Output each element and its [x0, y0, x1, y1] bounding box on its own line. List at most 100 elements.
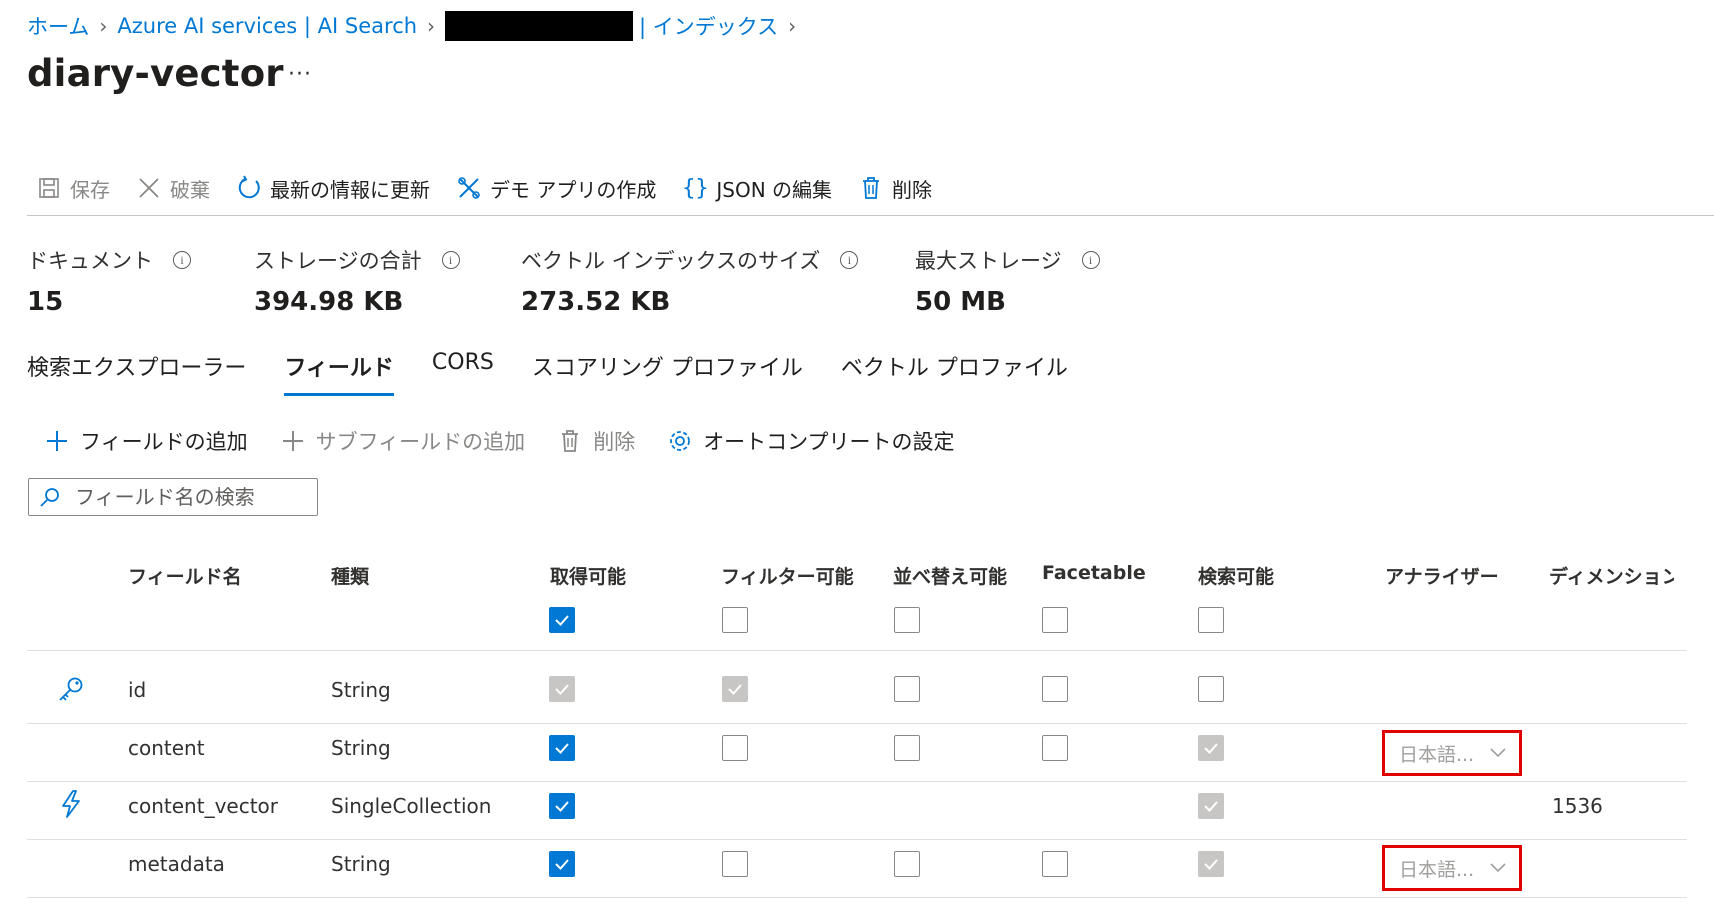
- redacted-service-name: [445, 11, 634, 41]
- searchable-checkbox[interactable]: [1198, 735, 1224, 761]
- refresh-icon: [236, 175, 262, 201]
- chevron-right-icon: ›: [427, 14, 436, 38]
- save-button[interactable]: 保存: [36, 174, 110, 203]
- field-name[interactable]: content_vector: [128, 794, 278, 818]
- sortable-checkbox[interactable]: [894, 851, 920, 877]
- info-icon[interactable]: i: [173, 251, 191, 269]
- row-divider: [27, 781, 1687, 782]
- field-command-bar: フィールドの追加 サブフィールドの追加 削除 オートコンプリートの設定: [44, 425, 987, 457]
- select-all-facetable-checkbox[interactable]: [1042, 607, 1068, 633]
- facetable-checkbox[interactable]: [1042, 676, 1068, 702]
- info-icon[interactable]: i: [1081, 251, 1100, 269]
- breadcrumb-indexes[interactable]: | インデックス: [639, 11, 778, 41]
- column-header-name[interactable]: フィールド名: [128, 562, 242, 589]
- stat-label: ストレージの合計: [254, 249, 422, 273]
- save-label: 保存: [70, 177, 110, 202]
- page-title: diary-vector: [27, 52, 284, 95]
- retrievable-checkbox[interactable]: [549, 735, 575, 761]
- field-type: String: [331, 736, 391, 760]
- add-subfield-label: サブフィールドの追加: [315, 430, 526, 454]
- breadcrumb-home[interactable]: ホーム: [27, 11, 89, 41]
- filterable-checkbox[interactable]: [722, 676, 748, 702]
- tab-bar: 検索エクスプローラー フィールド CORS スコアリング プロファイル ベクトル…: [27, 350, 1106, 398]
- column-header-sortable[interactable]: 並べ替え可能: [893, 562, 1013, 589]
- select-all-sortable-checkbox[interactable]: [894, 607, 920, 633]
- stat-value: 394.98 KB: [254, 287, 404, 317]
- delete-field-label: 削除: [593, 430, 636, 454]
- field-name[interactable]: id: [128, 678, 146, 702]
- column-header-facetable[interactable]: Facetable: [1042, 562, 1146, 584]
- breadcrumb: ホーム › Azure AI services | AI Search › | …: [27, 11, 806, 41]
- add-field-label: フィールドの追加: [80, 430, 248, 454]
- column-header-dimension[interactable]: ディメンション: [1549, 562, 1674, 589]
- discard-label: 破棄: [170, 177, 210, 202]
- filterable-checkbox[interactable]: [722, 851, 748, 877]
- trash-icon: [858, 175, 884, 201]
- field-search-box[interactable]: [28, 478, 318, 516]
- stat-total-storage: ストレージの合計 i 394.98 KB: [254, 245, 460, 317]
- add-subfield-button[interactable]: サブフィールドの追加: [280, 426, 526, 456]
- refresh-button[interactable]: 最新の情報に更新: [236, 174, 430, 203]
- stat-label: ドキュメント: [27, 249, 153, 273]
- row-divider: [27, 897, 1687, 898]
- sortable-checkbox[interactable]: [894, 676, 920, 702]
- chevron-right-icon: ›: [99, 14, 108, 38]
- edit-json-label: JSON の編集: [716, 177, 833, 202]
- delete-index-button[interactable]: 削除: [858, 174, 932, 203]
- field-name[interactable]: metadata: [128, 852, 225, 876]
- analyzer-dropdown[interactable]: 日本語...: [1382, 845, 1522, 891]
- analyzer-dropdown[interactable]: 日本語...: [1382, 730, 1522, 776]
- analyzer-value: 日本語...: [1399, 743, 1475, 766]
- refresh-label: 最新の情報に更新: [270, 177, 430, 202]
- sortable-checkbox[interactable]: [894, 735, 920, 761]
- tab-fields[interactable]: フィールド: [284, 350, 394, 396]
- plus-icon: [280, 428, 306, 454]
- select-all-searchable-checkbox[interactable]: [1198, 607, 1224, 633]
- field-name[interactable]: content: [128, 736, 205, 760]
- autocomplete-settings-button[interactable]: オートコンプリートの設定: [667, 426, 955, 456]
- facetable-checkbox[interactable]: [1042, 851, 1068, 877]
- row-divider: [27, 650, 1687, 651]
- key-icon: [56, 674, 86, 704]
- column-header-retrievable[interactable]: 取得可能: [550, 562, 626, 589]
- demo-app-icon: [456, 175, 482, 201]
- tab-cors[interactable]: CORS: [432, 350, 494, 394]
- delete-field-button[interactable]: 削除: [557, 426, 635, 456]
- tab-search-explorer[interactable]: 検索エクスプローラー: [27, 350, 246, 394]
- filterable-checkbox[interactable]: [722, 735, 748, 761]
- column-header-searchable[interactable]: 検索可能: [1198, 562, 1274, 589]
- info-icon[interactable]: i: [840, 251, 859, 269]
- retrievable-checkbox[interactable]: [549, 851, 575, 877]
- create-demo-app-button[interactable]: デモ アプリの作成: [456, 174, 656, 203]
- select-all-retrievable-checkbox[interactable]: [549, 607, 575, 633]
- tab-scoring-profiles[interactable]: スコアリング プロファイル: [532, 350, 803, 394]
- discard-button[interactable]: 破棄: [136, 174, 210, 203]
- info-icon[interactable]: i: [441, 251, 460, 269]
- stat-label: ベクトル インデックスのサイズ: [521, 249, 821, 273]
- retrievable-checkbox[interactable]: [549, 793, 575, 819]
- autocomplete-label: オートコンプリートの設定: [703, 430, 955, 454]
- searchable-checkbox[interactable]: [1198, 676, 1224, 702]
- chevron-down-icon: [1490, 748, 1506, 758]
- column-header-type[interactable]: 種類: [331, 562, 369, 589]
- close-icon: [136, 175, 162, 201]
- retrievable-checkbox[interactable]: [549, 676, 575, 702]
- stat-label: 最大ストレージ: [915, 249, 1062, 273]
- facetable-checkbox[interactable]: [1042, 735, 1068, 761]
- breadcrumb-ai-search[interactable]: Azure AI services | AI Search: [117, 14, 417, 38]
- plus-icon: [44, 428, 70, 454]
- searchable-checkbox[interactable]: [1198, 851, 1224, 877]
- field-search-input[interactable]: [75, 485, 295, 509]
- searchable-checkbox[interactable]: [1198, 793, 1224, 819]
- stat-value: 50 MB: [915, 287, 1006, 317]
- select-all-filterable-checkbox[interactable]: [722, 607, 748, 633]
- stat-vector-index-size: ベクトル インデックスのサイズ i 273.52 KB: [521, 245, 859, 317]
- search-icon: [39, 486, 61, 508]
- chevron-down-icon: [1490, 863, 1506, 873]
- add-field-button[interactable]: フィールドの追加: [44, 426, 248, 456]
- more-options-button[interactable]: ···: [288, 62, 312, 87]
- edit-json-button[interactable]: {} JSON の編集: [682, 174, 832, 203]
- column-header-filterable[interactable]: フィルター可能: [721, 562, 863, 589]
- column-header-analyzer[interactable]: アナライザー: [1385, 562, 1499, 589]
- tab-vector-profiles[interactable]: ベクトル プロファイル: [841, 350, 1068, 394]
